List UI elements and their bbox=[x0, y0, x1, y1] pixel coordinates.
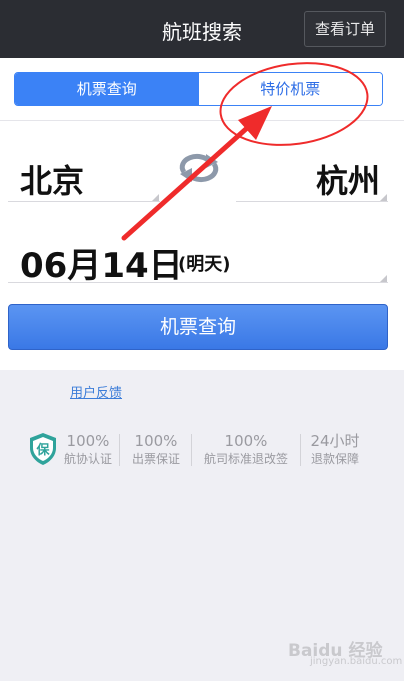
date-relative-label: (明天) bbox=[178, 254, 231, 275]
search-flights-button[interactable]: 机票查询 bbox=[8, 304, 388, 350]
shield-icon: 保 bbox=[30, 433, 56, 465]
departure-city[interactable]: 北京 bbox=[20, 156, 84, 202]
guarantee-item: 100% 航协认证 bbox=[60, 432, 116, 468]
search-panel: 机票查询 特价机票 北京 杭州 06月14日 (明天) 机票查询 bbox=[0, 58, 404, 370]
watermark-url: jingyan.baidu.com bbox=[310, 656, 403, 667]
separator bbox=[300, 434, 301, 466]
to-corner-mark bbox=[380, 194, 387, 201]
tab-bar: 机票查询 特价机票 bbox=[14, 72, 383, 106]
from-underline bbox=[8, 201, 160, 202]
guarantee-label: 航协认证 bbox=[63, 452, 112, 466]
guarantee-item: 24小时 退款保障 bbox=[304, 432, 366, 468]
shield-icon-text: 保 bbox=[35, 442, 50, 458]
to-underline bbox=[236, 201, 388, 202]
tab-special-fares[interactable]: 特价机票 bbox=[198, 73, 382, 105]
guarantee-value: 24小时 bbox=[310, 432, 360, 450]
separator bbox=[119, 434, 120, 466]
guarantee-label: 退款保障 bbox=[310, 452, 359, 466]
swap-icon[interactable] bbox=[176, 150, 222, 186]
guarantee-label: 航司标准退改签 bbox=[203, 452, 288, 466]
divider bbox=[0, 120, 404, 121]
departure-date[interactable]: 06月14日 bbox=[20, 238, 183, 287]
guarantee-value: 100% bbox=[66, 432, 110, 450]
tab-flight-search[interactable]: 机票查询 bbox=[15, 73, 199, 105]
guarantee-value: 100% bbox=[224, 432, 268, 450]
arrival-city[interactable]: 杭州 bbox=[316, 156, 380, 202]
top-bar: 航班搜索 查看订单 bbox=[0, 0, 404, 58]
guarantee-item: 100% 出票保证 bbox=[125, 432, 187, 468]
guarantee-item: 100% 航司标准退改签 bbox=[196, 432, 296, 468]
date-underline bbox=[8, 282, 388, 283]
guarantee-strip: 保 100% 航协认证 100% 出票保证 100% 航司标准退改签 24小时 … bbox=[28, 432, 378, 472]
separator bbox=[191, 434, 192, 466]
guarantee-label: 出票保证 bbox=[131, 452, 180, 466]
feedback-link[interactable]: 用户反馈 bbox=[70, 382, 122, 401]
date-corner-mark bbox=[380, 275, 387, 282]
from-corner-mark bbox=[152, 194, 159, 201]
view-orders-button[interactable]: 查看订单 bbox=[304, 11, 386, 47]
guarantee-value: 100% bbox=[134, 432, 178, 450]
